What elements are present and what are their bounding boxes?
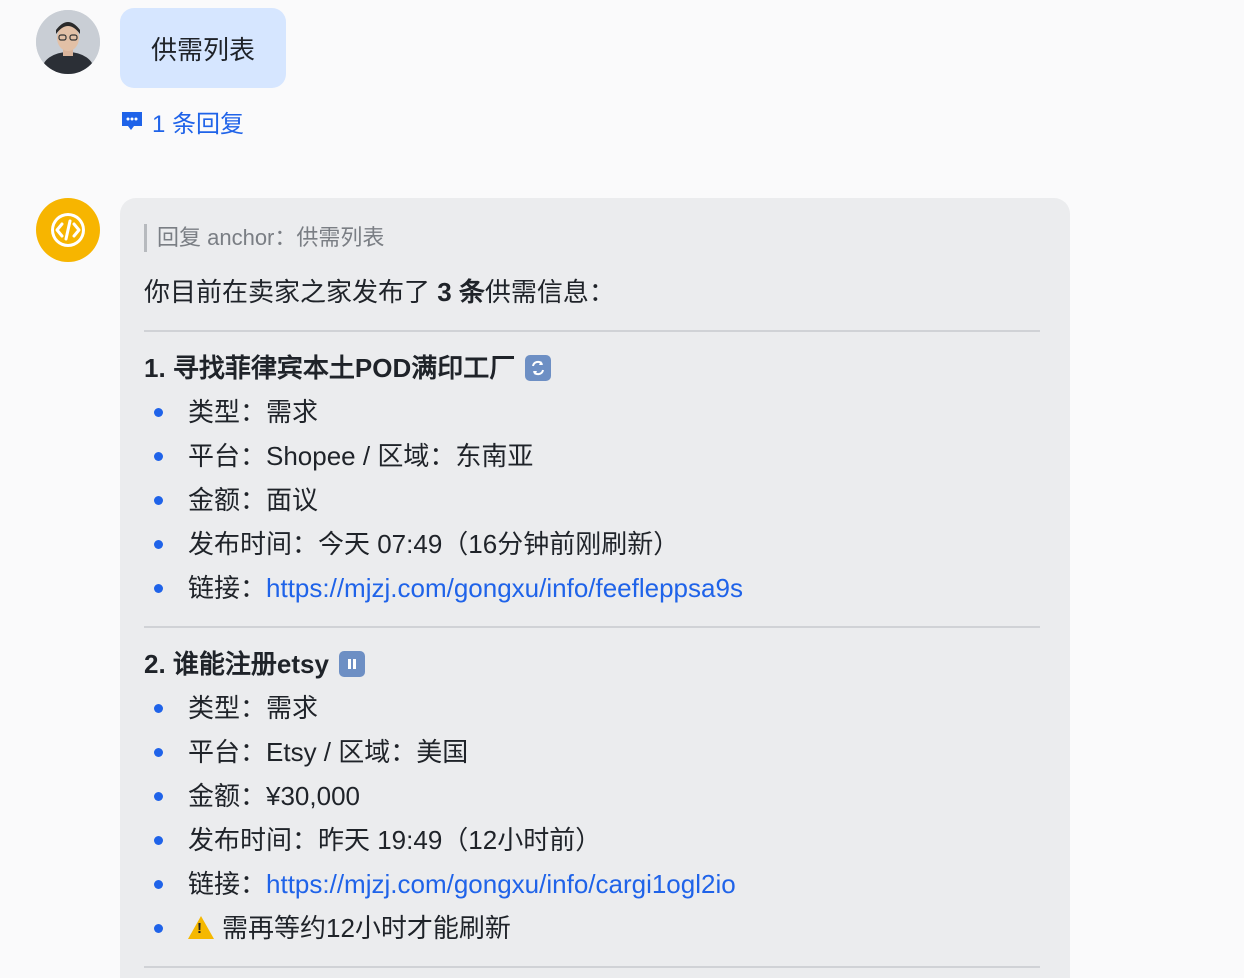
item-title: 1. 寻找菲律宾本土POD满印工厂	[144, 350, 1040, 386]
link-label: 链接：	[188, 573, 267, 603]
user-avatar[interactable]	[36, 10, 100, 74]
reply-quote: 回复 anchor：供需列表	[144, 224, 1040, 252]
pause-emoji-icon	[338, 651, 365, 677]
supply-item: 2. 谁能注册etsy 类型：需求 平台：Etsy / 区域：美国 金额：¥30…	[144, 646, 1040, 950]
chat-thread: 供需列表 1 条回复 回复 anchor：供需列表 你目前在卖家之家发布了 3 …	[0, 0, 1244, 978]
user-message-bubble: 供需列表	[120, 8, 286, 88]
code-icon	[51, 213, 85, 247]
item-fields: 类型：需求 平台：Etsy / 区域：美国 金额：¥30,000 发布时间：昨天…	[144, 686, 1040, 950]
intro-suffix: 供需信息：	[484, 277, 615, 307]
item-fields: 类型：需求 平台：Shopee / 区域：东南亚 金额：面议 发布时间：今天 0…	[144, 390, 1040, 610]
field-publish-time: 发布时间：昨天 19:49（12小时前）	[144, 818, 1040, 862]
divider	[144, 626, 1040, 628]
bot-message-bubble: 回复 anchor：供需列表 你目前在卖家之家发布了 3 条供需信息： 1. 寻…	[120, 198, 1070, 978]
field-link: 链接：https://mjzj.com/gongxu/info/feeflepp…	[144, 566, 1040, 610]
item-title-text: 2. 谁能注册etsy	[144, 649, 329, 679]
field-amount: 金额：¥30,000	[144, 774, 1040, 818]
supply-item: 1. 寻找菲律宾本土POD满印工厂 类型：需求 平台：Shopee / 区域：东…	[144, 350, 1040, 610]
reply-count-link[interactable]: 1 条回复	[120, 104, 244, 138]
warning-icon	[188, 916, 214, 939]
bot-avatar[interactable]	[36, 198, 100, 262]
field-type: 类型：需求	[144, 686, 1040, 730]
field-platform: 平台：Shopee / 区域：东南亚	[144, 434, 1040, 478]
field-type: 类型：需求	[144, 390, 1040, 434]
item-link[interactable]: https://mjzj.com/gongxu/info/feefleppsa9…	[266, 573, 743, 603]
divider	[144, 966, 1040, 968]
field-link: 链接：https://mjzj.com/gongxu/info/cargi1og…	[144, 862, 1040, 906]
item-link[interactable]: https://mjzj.com/gongxu/info/cargi1ogl2i…	[266, 869, 736, 899]
field-amount: 金额：面议	[144, 478, 1040, 522]
item-title-text: 1. 寻找菲律宾本土POD满印工厂	[144, 353, 516, 383]
comment-icon	[122, 112, 142, 130]
warning-text: 需再等约12小时才能刷新	[222, 913, 511, 943]
intro-count: 3 条	[437, 277, 485, 307]
refresh-emoji-icon	[525, 355, 552, 381]
field-platform: 平台：Etsy / 区域：美国	[144, 730, 1040, 774]
person-icon	[36, 10, 100, 74]
item-title: 2. 谁能注册etsy	[144, 646, 1040, 682]
divider	[144, 330, 1040, 332]
intro-prefix: 你目前在卖家之家发布了	[144, 277, 438, 307]
user-message-text: 供需列表	[150, 34, 255, 65]
field-publish-time: 发布时间：今天 07:49（16分钟前刚刷新）	[144, 522, 1040, 566]
link-label: 链接：	[188, 869, 267, 899]
field-warning: 需再等约12小时才能刷新	[144, 906, 1040, 950]
intro-text: 你目前在卖家之家发布了 3 条供需信息：	[144, 274, 1040, 310]
reply-count-label: 1 条回复	[152, 110, 245, 138]
